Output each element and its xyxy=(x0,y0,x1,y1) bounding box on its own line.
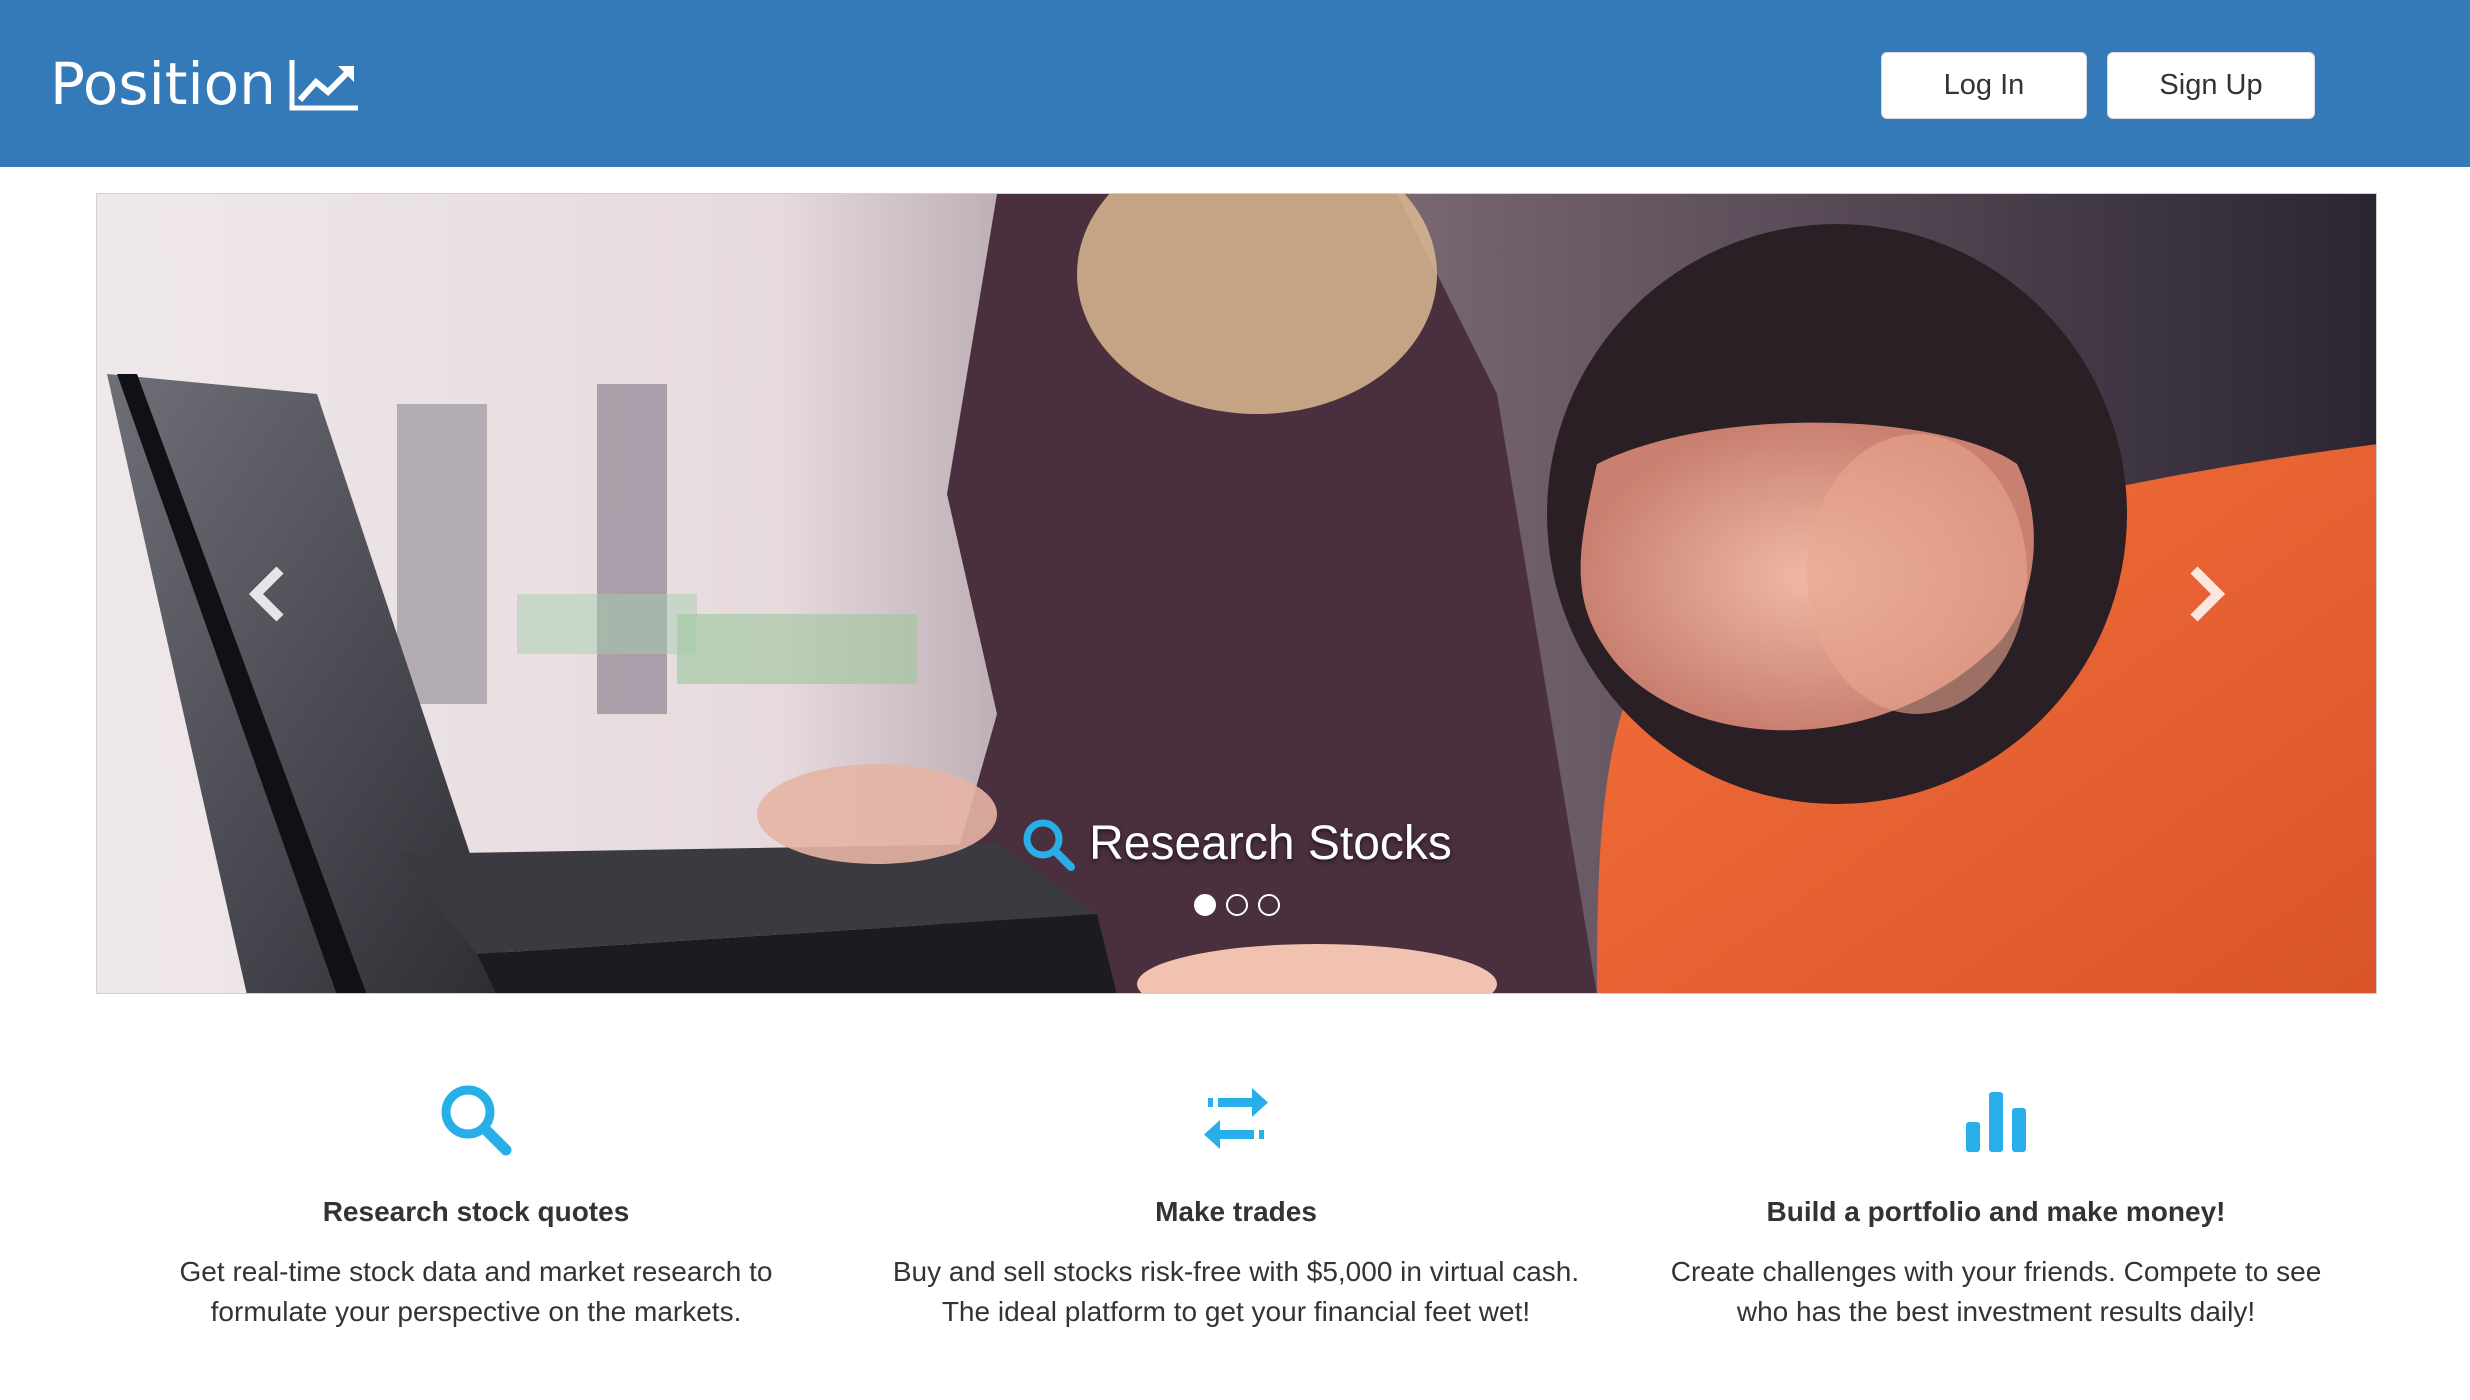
feature-portfolio: Build a portfolio and make money! Create… xyxy=(1646,1080,2346,1332)
navbar: Position Log In Sign Up xyxy=(0,0,2470,167)
hero-slide-image xyxy=(97,194,2376,993)
carousel-indicator-2[interactable] xyxy=(1225,894,1248,916)
search-icon xyxy=(1023,819,1076,871)
feature-trades: Make trades Buy and sell stocks risk-fre… xyxy=(886,1080,1586,1332)
feature-description-line: Buy and sell stocks risk-free with $5,00… xyxy=(892,1256,1580,1287)
feature-description-line: formulate your perspective on the market… xyxy=(210,1296,742,1327)
carousel-prev-button[interactable] xyxy=(197,524,337,664)
carousel-next-button[interactable] xyxy=(2137,524,2277,664)
carousel-indicator-3[interactable] xyxy=(1257,894,1280,916)
feature-description-line: who has the best investment results dail… xyxy=(1736,1296,2256,1327)
feature-description-line: Get real-time stock data and market rese… xyxy=(179,1256,773,1287)
feature-title: Build a portfolio and make money! xyxy=(1766,1196,2226,1227)
carousel-indicators xyxy=(97,894,2376,916)
login-button[interactable]: Log In xyxy=(1881,52,2087,119)
bar-chart-icon xyxy=(1966,1092,2026,1152)
signup-button[interactable]: Sign Up xyxy=(2107,52,2315,119)
transfer-arrows-icon xyxy=(1204,1088,1268,1149)
carousel-caption: Research Stocks xyxy=(97,816,2376,871)
feature-description: Get real-time stock data and market rese… xyxy=(126,1252,826,1332)
line-chart-icon xyxy=(289,60,358,111)
carousel-caption-text: Research Stocks xyxy=(1089,817,1452,870)
feature-title: Research stock quotes xyxy=(322,1196,630,1227)
feature-description: Buy and sell stocks risk-free with $5,00… xyxy=(886,1252,1586,1332)
chevron-left-icon xyxy=(248,566,284,622)
brand-name: Position xyxy=(50,50,276,118)
chevron-right-icon xyxy=(2190,566,2226,622)
hero-carousel: Research Stocks xyxy=(96,193,2377,994)
feature-research: Research stock quotes Get real-time stoc… xyxy=(126,1080,826,1332)
brand-link[interactable]: Position xyxy=(50,46,360,122)
feature-title: Make trades xyxy=(1155,1196,1317,1227)
search-icon xyxy=(441,1085,512,1156)
feature-description: Create challenges with your friends. Com… xyxy=(1646,1252,2346,1332)
feature-description-line: Create challenges with your friends. Com… xyxy=(1670,1256,2322,1287)
carousel-indicator-1[interactable] xyxy=(1193,894,1216,916)
feature-description-line: The ideal platform to get your financial… xyxy=(941,1296,1531,1327)
